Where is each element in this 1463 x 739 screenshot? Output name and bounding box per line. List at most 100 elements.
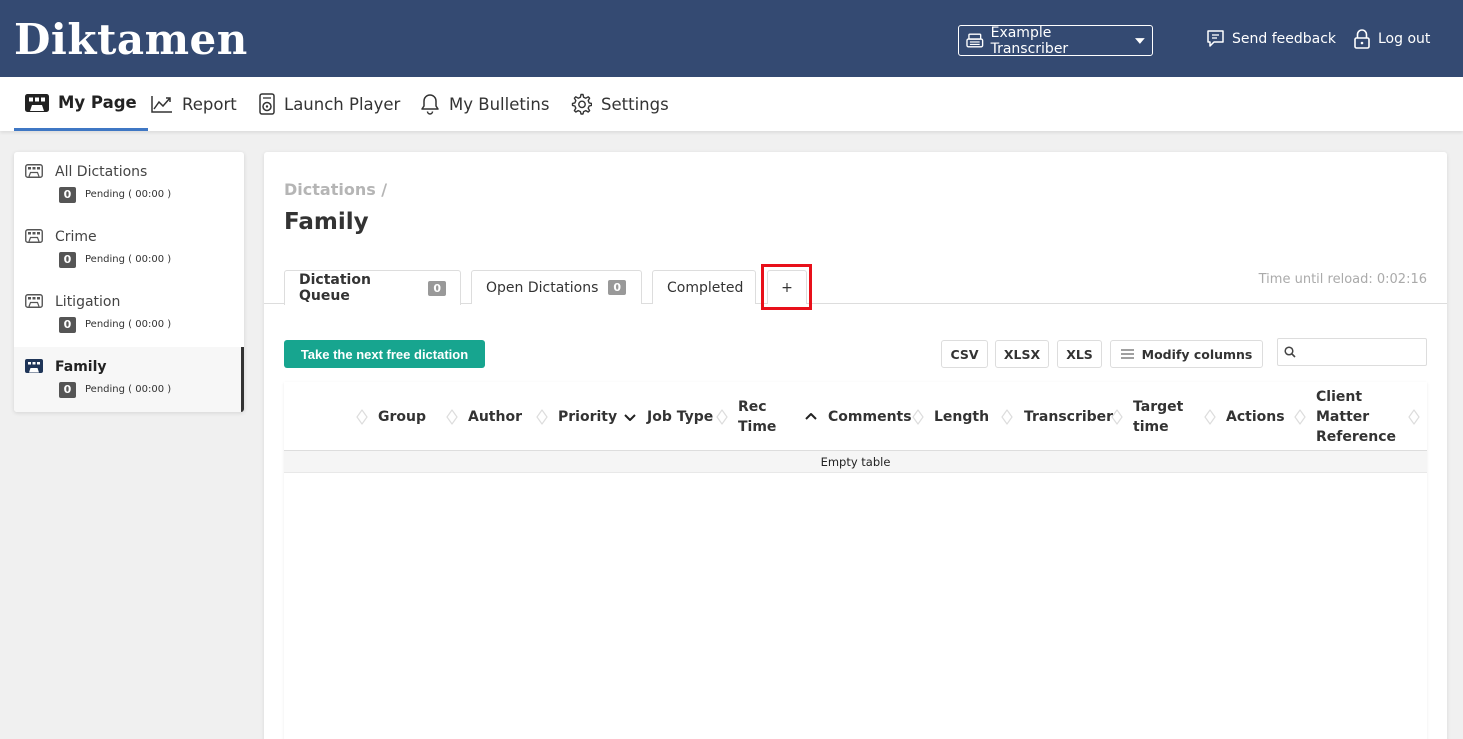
sidebar-item-crime[interactable]: Crime 0 Pending ( 00:00 ) [14, 217, 244, 282]
column-header-priority[interactable]: Priority [558, 382, 628, 451]
pending-time: Pending ( 00:00 ) [85, 384, 172, 395]
sort-asc-icon[interactable] [804, 408, 818, 426]
column-sort-toggle[interactable] [1000, 382, 1014, 451]
table-search [1277, 338, 1427, 366]
send-feedback-link[interactable]: Send feedback [1206, 29, 1336, 48]
pending-time: Pending ( 00:00 ) [85, 319, 172, 330]
tab-dictation-queue[interactable]: Dictation Queue 0 [284, 270, 461, 305]
lock-icon [1354, 29, 1370, 49]
user-menu-button[interactable]: Example Transcriber [958, 25, 1153, 57]
tab-label: Dictation Queue [299, 272, 371, 304]
sort-neutral-icon[interactable] [1293, 408, 1307, 426]
tab-label: Open Dictations [486, 279, 599, 296]
caret-down-icon [1135, 37, 1145, 44]
sort-neutral-icon[interactable] [1203, 408, 1217, 426]
sort-neutral-icon[interactable] [445, 408, 459, 426]
column-header-target-time[interactable]: Target time [1133, 382, 1193, 451]
pending-count-badge: 0 [59, 382, 76, 398]
column-header-job-type[interactable]: Job Type [647, 382, 717, 451]
sidebar-item-name: All Dictations [55, 164, 148, 180]
column-sort-toggle[interactable] [1293, 382, 1307, 451]
nav-report-label: Report [182, 94, 237, 114]
column-sort-toggle[interactable] [1407, 382, 1421, 451]
cassette-icon [25, 359, 43, 373]
reload-timer: Time until reload: 0:02:16 [1258, 272, 1427, 287]
column-header-group[interactable]: Group [378, 382, 438, 451]
breadcrumb[interactable]: Dictations / [284, 180, 387, 199]
group-sidebar: All Dictations 0 Pending ( 00:00 ) Crime… [14, 152, 244, 412]
sidebar-item-family[interactable]: Family 0 Pending ( 00:00 ) [14, 347, 244, 412]
send-feedback-label: Send feedback [1232, 30, 1337, 47]
sort-neutral-icon[interactable] [911, 408, 925, 426]
column-header-actions[interactable]: Actions [1226, 382, 1296, 451]
nav-my-page-label: My Page [58, 93, 137, 112]
table-header: Group Author Priority Job Type Rec Time Comme… [284, 382, 1427, 451]
column-sort-toggle[interactable] [623, 382, 637, 451]
export-xlsx-button[interactable]: XLSX [995, 340, 1049, 368]
main-panel: Dictations / Family Time until reload: 0… [264, 152, 1447, 739]
column-sort-toggle[interactable] [1203, 382, 1217, 451]
modify-columns-button[interactable]: Modify columns [1110, 340, 1263, 368]
tab-count-badge: 0 [428, 280, 446, 296]
nav-settings-label: Settings [601, 94, 669, 114]
modify-columns-label: Modify columns [1141, 346, 1253, 362]
sidebar-item-all-dictations[interactable]: All Dictations 0 Pending ( 00:00 ) [14, 152, 244, 217]
sort-neutral-icon[interactable] [355, 408, 369, 426]
column-header-author[interactable]: Author [468, 382, 528, 451]
sidebar-item-litigation[interactable]: Litigation 0 Pending ( 00:00 ) [14, 282, 244, 347]
nav-my-bulletins-label: My Bulletins [449, 94, 550, 114]
nav-report[interactable]: Report [151, 77, 237, 131]
tab-add-button[interactable]: + [767, 270, 807, 304]
tab-completed[interactable]: Completed [652, 270, 756, 304]
logout-link[interactable]: Log out [1353, 29, 1430, 49]
export-csv-button[interactable]: CSV [941, 340, 988, 368]
nav-launch-player-label: Launch Player [284, 94, 401, 114]
column-sort-toggle[interactable] [804, 382, 818, 451]
empty-table-row: Empty table [284, 451, 1427, 473]
sort-neutral-icon[interactable] [715, 408, 729, 426]
tab-count-badge: 0 [608, 280, 627, 295]
sort-neutral-icon[interactable] [1000, 408, 1014, 426]
tab-open-dictations[interactable]: Open Dictations 0 [471, 270, 642, 304]
column-sort-toggle[interactable] [445, 382, 459, 451]
app-logo[interactable]: Diktamen [14, 14, 248, 66]
transcriber-icon [966, 32, 984, 48]
pending-time: Pending ( 00:00 ) [85, 189, 172, 200]
column-sort-toggle[interactable] [1110, 382, 1124, 451]
search-icon [1284, 346, 1296, 358]
take-next-dictation-button[interactable]: Take the next free dictation [284, 340, 485, 368]
sort-desc-icon[interactable] [623, 408, 637, 426]
page-title: Family [284, 209, 369, 235]
column-header-comments[interactable]: Comments [828, 382, 918, 451]
gear-icon [571, 93, 592, 115]
pending-count-badge: 0 [59, 252, 76, 268]
pending-count-badge: 0 [59, 317, 76, 333]
nav-launch-player[interactable]: Launch Player [259, 77, 400, 131]
column-header-transcriber[interactable]: Transcriber [1024, 382, 1114, 451]
search-input[interactable] [1300, 341, 1422, 363]
cassette-icon [25, 164, 43, 178]
sidebar-item-name: Litigation [55, 294, 121, 310]
feedback-icon [1207, 30, 1224, 47]
player-icon [259, 93, 275, 115]
column-sort-toggle[interactable] [535, 382, 549, 451]
export-xls-button[interactable]: XLS [1057, 340, 1102, 368]
top-header: Diktamen Example Transcriber Send feedba… [0, 0, 1463, 77]
column-sort-toggle[interactable] [715, 382, 729, 451]
column-sort-toggle[interactable] [911, 382, 925, 451]
tab-label: Completed [667, 279, 744, 296]
sort-neutral-icon[interactable] [535, 408, 549, 426]
nav-my-page[interactable]: My Page [14, 77, 148, 131]
menu-lines-icon [1120, 349, 1134, 359]
sort-neutral-icon[interactable] [1407, 408, 1421, 426]
column-header-rec-time[interactable]: Rec Time [738, 382, 788, 451]
column-header-client-matter-reference[interactable]: Client Matter Reference [1316, 382, 1396, 451]
column-sort-toggle[interactable] [355, 382, 369, 451]
main-nav: My Page Report Launch Player My Bulletin… [0, 77, 1463, 131]
nav-settings[interactable]: Settings [570, 77, 669, 131]
pending-count-badge: 0 [59, 187, 76, 203]
sidebar-item-name: Family [55, 359, 107, 375]
sort-neutral-icon[interactable] [1110, 408, 1124, 426]
nav-my-bulletins[interactable]: My Bulletins [420, 77, 549, 131]
column-header-length[interactable]: Length [934, 382, 1004, 451]
